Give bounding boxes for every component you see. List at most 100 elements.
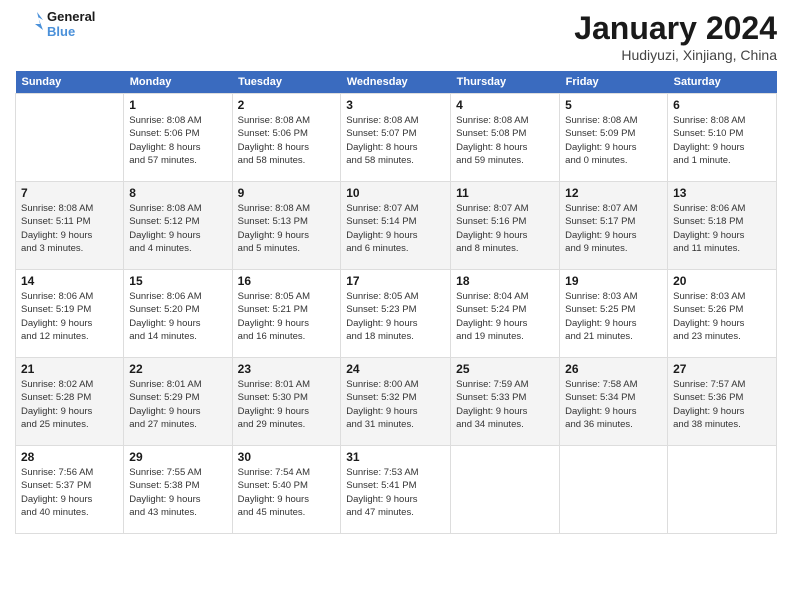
header-thursday: Thursday xyxy=(451,71,560,94)
day-number: 17 xyxy=(346,274,445,288)
day-info: Sunrise: 7:57 AMSunset: 5:36 PMDaylight:… xyxy=(673,378,771,431)
day-number: 20 xyxy=(673,274,771,288)
table-cell: 27 Sunrise: 7:57 AMSunset: 5:36 PMDayligh… xyxy=(668,358,777,446)
day-number: 21 xyxy=(21,362,118,376)
table-cell: 13 Sunrise: 8:06 AMSunset: 5:18 PMDayligh… xyxy=(668,182,777,270)
header-monday: Monday xyxy=(124,71,232,94)
day-number: 3 xyxy=(346,98,445,112)
day-number: 26 xyxy=(565,362,662,376)
table-cell: 3 Sunrise: 8:08 AMSunset: 5:07 PMDaylight… xyxy=(341,94,451,182)
day-info: Sunrise: 8:03 AMSunset: 5:26 PMDaylight:… xyxy=(673,290,771,343)
day-info: Sunrise: 8:08 AMSunset: 5:06 PMDaylight:… xyxy=(238,114,336,167)
header-sunday: Sunday xyxy=(16,71,124,94)
table-cell: 26 Sunrise: 7:58 AMSunset: 5:34 PMDayligh… xyxy=(560,358,668,446)
day-number: 22 xyxy=(129,362,226,376)
day-number: 19 xyxy=(565,274,662,288)
table-cell: 15 Sunrise: 8:06 AMSunset: 5:20 PMDayligh… xyxy=(124,270,232,358)
logo-blue: Blue xyxy=(47,25,95,40)
day-info: Sunrise: 8:03 AMSunset: 5:25 PMDaylight:… xyxy=(565,290,662,343)
day-number: 6 xyxy=(673,98,771,112)
day-number: 31 xyxy=(346,450,445,464)
day-number: 28 xyxy=(21,450,118,464)
table-cell: 20 Sunrise: 8:03 AMSunset: 5:26 PMDayligh… xyxy=(668,270,777,358)
title-block: January 2024 Hudiyuzi, Xinjiang, China xyxy=(574,10,777,63)
day-info: Sunrise: 7:56 AMSunset: 5:37 PMDaylight:… xyxy=(21,466,118,519)
day-info: Sunrise: 8:06 AMSunset: 5:20 PMDaylight:… xyxy=(129,290,226,343)
table-cell: 24Sunrise: 8:00 AMSunset: 5:32 PMDayligh… xyxy=(341,358,451,446)
table-cell: 8 Sunrise: 8:08 AMSunset: 5:12 PMDaylight… xyxy=(124,182,232,270)
table-cell: 30 Sunrise: 7:54 AMSunset: 5:40 PMDayligh… xyxy=(232,446,341,534)
day-info: Sunrise: 8:08 AMSunset: 5:09 PMDaylight:… xyxy=(565,114,662,167)
week-row-4: 21 Sunrise: 8:02 AMSunset: 5:28 PMDayligh… xyxy=(16,358,777,446)
day-number: 8 xyxy=(129,186,226,200)
table-cell: 6 Sunrise: 8:08 AMSunset: 5:10 PMDaylight… xyxy=(668,94,777,182)
day-info: Sunrise: 8:00 AMSunset: 5:32 PMDaylight:… xyxy=(346,378,445,431)
day-number: 4 xyxy=(456,98,554,112)
day-number: 10 xyxy=(346,186,445,200)
day-number: 7 xyxy=(21,186,118,200)
day-info: Sunrise: 7:53 AMSunset: 5:41 PMDaylight:… xyxy=(346,466,445,519)
table-cell: 7 Sunrise: 8:08 AMSunset: 5:11 PMDaylight… xyxy=(16,182,124,270)
day-number: 1 xyxy=(129,98,226,112)
header-friday: Friday xyxy=(560,71,668,94)
header-wednesday: Wednesday xyxy=(341,71,451,94)
day-info: Sunrise: 8:05 AMSunset: 5:23 PMDaylight:… xyxy=(346,290,445,343)
table-cell: 2Sunrise: 8:08 AMSunset: 5:06 PMDaylight… xyxy=(232,94,341,182)
table-cell: 12Sunrise: 8:07 AMSunset: 5:17 PMDayligh… xyxy=(560,182,668,270)
table-cell: 14Sunrise: 8:06 AMSunset: 5:19 PMDayligh… xyxy=(16,270,124,358)
table-cell: 11Sunrise: 8:07 AMSunset: 5:16 PMDayligh… xyxy=(451,182,560,270)
day-number: 5 xyxy=(565,98,662,112)
day-number: 30 xyxy=(238,450,336,464)
day-info: Sunrise: 8:06 AMSunset: 5:18 PMDaylight:… xyxy=(673,202,771,255)
day-info: Sunrise: 7:55 AMSunset: 5:38 PMDaylight:… xyxy=(129,466,226,519)
day-info: Sunrise: 8:07 AMSunset: 5:14 PMDaylight:… xyxy=(346,202,445,255)
table-cell xyxy=(560,446,668,534)
header-tuesday: Tuesday xyxy=(232,71,341,94)
table-cell: 10 Sunrise: 8:07 AMSunset: 5:14 PMDayligh… xyxy=(341,182,451,270)
day-number: 13 xyxy=(673,186,771,200)
logo-general: General xyxy=(47,10,95,25)
table-cell xyxy=(16,94,124,182)
page-container: General Blue January 2024 Hudiyuzi, Xinj… xyxy=(0,0,792,544)
week-row-2: 7 Sunrise: 8:08 AMSunset: 5:11 PMDaylight… xyxy=(16,182,777,270)
header-saturday: Saturday xyxy=(668,71,777,94)
day-number: 27 xyxy=(673,362,771,376)
day-info: Sunrise: 8:08 AMSunset: 5:13 PMDaylight:… xyxy=(238,202,336,255)
table-cell: 19 Sunrise: 8:03 AMSunset: 5:25 PMDayligh… xyxy=(560,270,668,358)
table-cell xyxy=(668,446,777,534)
week-row-5: 28 Sunrise: 7:56 AMSunset: 5:37 PMDayligh… xyxy=(16,446,777,534)
calendar-table: Sunday Monday Tuesday Wednesday Thursday… xyxy=(15,71,777,534)
day-number: 25 xyxy=(456,362,554,376)
table-cell: 22 Sunrise: 8:01 AMSunset: 5:29 PMDayligh… xyxy=(124,358,232,446)
table-cell: 31 Sunrise: 7:53 AMSunset: 5:41 PMDayligh… xyxy=(341,446,451,534)
table-cell: 5 Sunrise: 8:08 AMSunset: 5:09 PMDaylight… xyxy=(560,94,668,182)
table-cell: 28 Sunrise: 7:56 AMSunset: 5:37 PMDayligh… xyxy=(16,446,124,534)
day-info: Sunrise: 8:08 AMSunset: 5:11 PMDaylight:… xyxy=(21,202,118,255)
week-row-1: 1 Sunrise: 8:08 AMSunset: 5:06 PMDaylight… xyxy=(16,94,777,182)
day-number: 29 xyxy=(129,450,226,464)
day-info: Sunrise: 8:02 AMSunset: 5:28 PMDaylight:… xyxy=(21,378,118,431)
day-number: 15 xyxy=(129,274,226,288)
month-title: January 2024 xyxy=(574,10,777,47)
logo-svg xyxy=(15,10,45,42)
day-info: Sunrise: 8:08 AMSunset: 5:08 PMDaylight:… xyxy=(456,114,554,167)
day-info: Sunrise: 8:08 AMSunset: 5:12 PMDaylight:… xyxy=(129,202,226,255)
day-info: Sunrise: 8:04 AMSunset: 5:24 PMDaylight:… xyxy=(456,290,554,343)
day-number: 9 xyxy=(238,186,336,200)
table-cell: 23Sunrise: 8:01 AMSunset: 5:30 PMDayligh… xyxy=(232,358,341,446)
day-info: Sunrise: 8:01 AMSunset: 5:29 PMDaylight:… xyxy=(129,378,226,431)
table-cell: 29 Sunrise: 7:55 AMSunset: 5:38 PMDayligh… xyxy=(124,446,232,534)
day-info: Sunrise: 8:07 AMSunset: 5:17 PMDaylight:… xyxy=(565,202,662,255)
day-info: Sunrise: 8:08 AMSunset: 5:07 PMDaylight:… xyxy=(346,114,445,167)
day-info: Sunrise: 8:01 AMSunset: 5:30 PMDaylight:… xyxy=(238,378,336,431)
table-cell: 18 Sunrise: 8:04 AMSunset: 5:24 PMDayligh… xyxy=(451,270,560,358)
table-cell: 17 Sunrise: 8:05 AMSunset: 5:23 PMDayligh… xyxy=(341,270,451,358)
day-info: Sunrise: 7:59 AMSunset: 5:33 PMDaylight:… xyxy=(456,378,554,431)
day-info: Sunrise: 8:05 AMSunset: 5:21 PMDaylight:… xyxy=(238,290,336,343)
day-info: Sunrise: 8:06 AMSunset: 5:19 PMDaylight:… xyxy=(21,290,118,343)
table-cell: 25 Sunrise: 7:59 AMSunset: 5:33 PMDayligh… xyxy=(451,358,560,446)
day-info: Sunrise: 8:08 AMSunset: 5:10 PMDaylight:… xyxy=(673,114,771,167)
day-info: Sunrise: 7:54 AMSunset: 5:40 PMDaylight:… xyxy=(238,466,336,519)
day-number: 18 xyxy=(456,274,554,288)
day-info: Sunrise: 7:58 AMSunset: 5:34 PMDaylight:… xyxy=(565,378,662,431)
